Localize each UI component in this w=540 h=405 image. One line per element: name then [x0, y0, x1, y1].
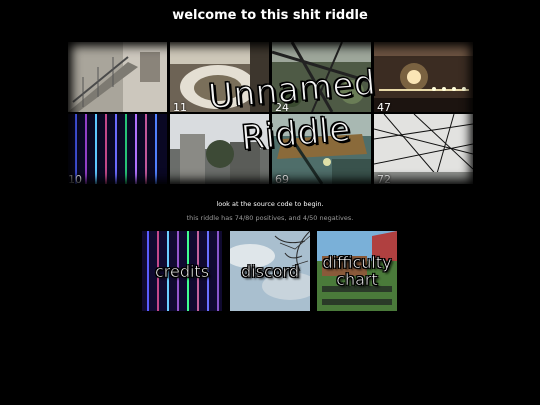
credits-label: credits	[142, 231, 222, 311]
credits-label-text: credits	[154, 261, 210, 281]
riddle-banner: 11 24 47 10 69 72 Unnamed Riddle	[66, 40, 476, 186]
discord-label-text: discord	[241, 261, 300, 281]
led-lights-photo-icon	[68, 114, 167, 184]
instruction-text: look at the source code to begin.	[216, 200, 324, 208]
tile-number: 10	[68, 173, 82, 184]
tile-number: 72	[377, 173, 391, 184]
page-title: welcome to this shit riddle	[172, 8, 368, 23]
discord-button[interactable]: discord	[230, 231, 310, 311]
stairwell-photo-icon	[68, 42, 167, 112]
banner-tile-led-lights: 10	[68, 114, 167, 184]
riddle-stats: this riddle has 74/80 positives, and 4/5…	[186, 214, 354, 222]
difficulty-chart-label: difficulty chart	[317, 231, 397, 311]
difficulty-label-line-2: chart	[336, 270, 378, 289]
credits-button[interactable]: credits	[142, 231, 222, 311]
tile-number: 69	[275, 173, 289, 184]
page: welcome to this shit riddle 11 24 47 10 …	[0, 0, 540, 405]
difficulty-chart-button[interactable]: difficulty chart	[317, 231, 397, 311]
banner-tile-stairwell	[68, 42, 167, 112]
difficulty-label-line-1: difficulty	[322, 253, 392, 272]
discord-label: discord	[230, 231, 310, 311]
